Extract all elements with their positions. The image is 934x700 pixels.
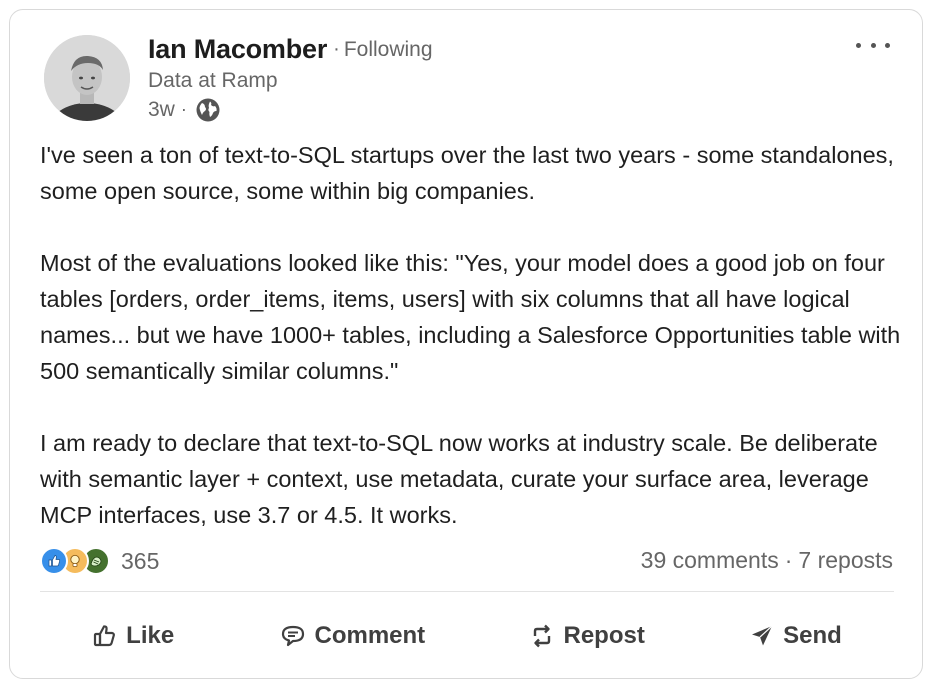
social-counts: 39 comments · 7 reposts bbox=[641, 547, 893, 574]
post-body: I've seen a ton of text-to-SQL startups … bbox=[40, 137, 910, 533]
send-button[interactable]: Send bbox=[735, 614, 856, 658]
comment-label: Comment bbox=[314, 622, 426, 649]
divider bbox=[40, 591, 894, 592]
author-headline: Data at Ramp bbox=[148, 69, 278, 92]
comments-count-link[interactable]: 39 comments bbox=[641, 547, 779, 573]
avatar-photo bbox=[44, 35, 130, 121]
send-icon bbox=[752, 625, 773, 646]
post-paragraph: I've seen a ton of text-to-SQL startups … bbox=[40, 142, 894, 204]
like-label: Like bbox=[126, 622, 175, 649]
post-paragraph: Most of the evaluations looked like this… bbox=[40, 250, 901, 384]
more-options-button[interactable] bbox=[856, 34, 890, 56]
repost-icon bbox=[534, 624, 551, 648]
comment-button[interactable]: Comment bbox=[265, 614, 440, 658]
separator-dot: · bbox=[333, 38, 340, 60]
repost-button[interactable]: Repost bbox=[515, 614, 658, 658]
separator-dot: · bbox=[180, 98, 187, 119]
like-icon bbox=[40, 547, 68, 575]
action-bar: Like Comment Repost Send bbox=[40, 608, 894, 664]
author-name[interactable]: Ian Macomber bbox=[148, 34, 327, 64]
post-meta: 3w · bbox=[148, 97, 221, 123]
comment-icon bbox=[281, 625, 304, 647]
reaction-count: 365 bbox=[121, 547, 160, 574]
follow-status[interactable]: Following bbox=[344, 38, 433, 61]
repost-label: Repost bbox=[563, 622, 645, 649]
separator-dot: · bbox=[784, 547, 793, 573]
like-button[interactable]: Like bbox=[78, 614, 188, 658]
post-paragraph: I am ready to declare that text-to-SQL n… bbox=[40, 430, 878, 528]
author-line: Ian Macomber · Following bbox=[148, 32, 433, 69]
more-horizontal-icon bbox=[856, 42, 861, 48]
reposts-count-link[interactable]: 7 reposts bbox=[798, 547, 893, 573]
post-card: Ian Macomber · Following Data at Ramp 3w ·… bbox=[9, 9, 923, 679]
send-label: Send bbox=[783, 622, 842, 649]
post-time: 3w bbox=[148, 98, 175, 121]
thumbs-up-icon bbox=[94, 625, 116, 647]
globe-icon bbox=[195, 97, 221, 123]
reactions-summary[interactable]: 365 bbox=[40, 547, 159, 575]
author-avatar[interactable] bbox=[44, 35, 130, 121]
